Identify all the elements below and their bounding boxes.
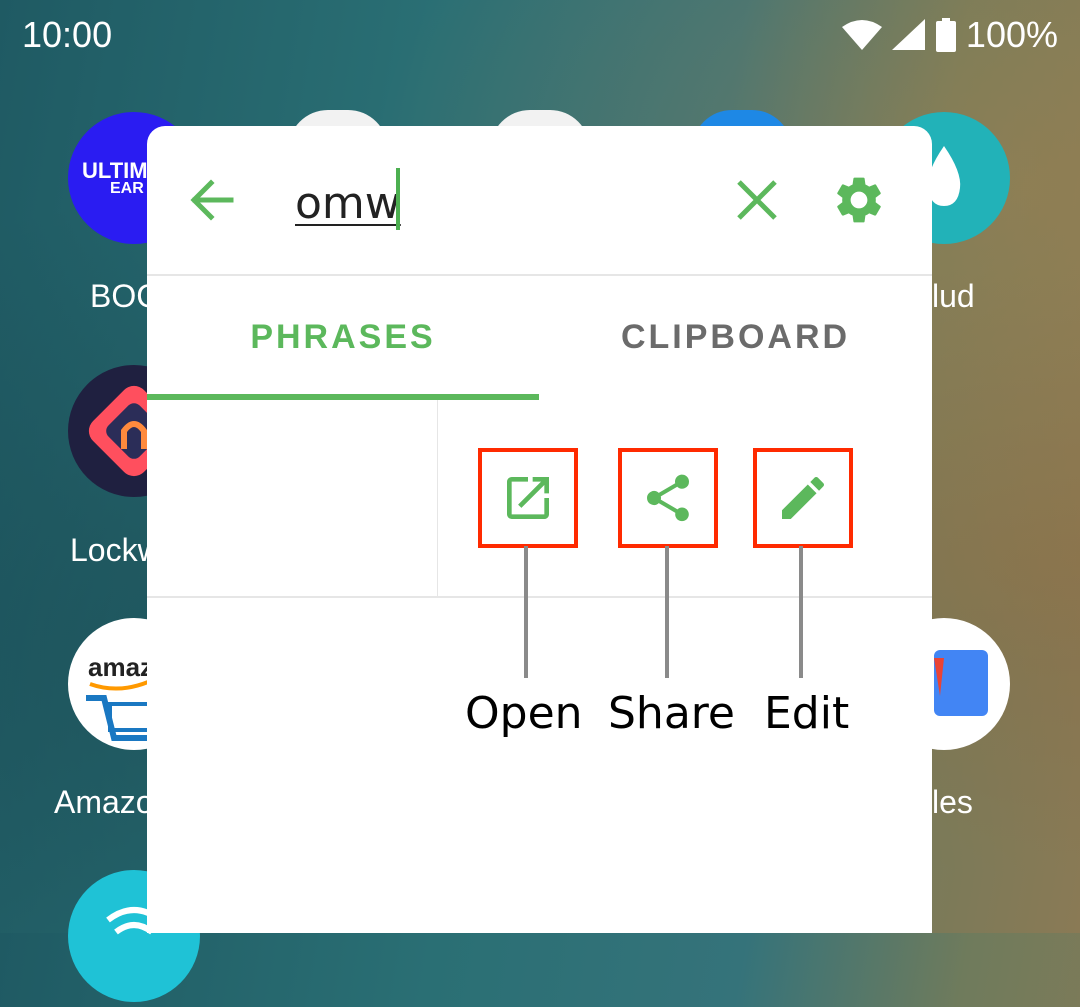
wifi-icon — [841, 19, 882, 51]
settings-button[interactable] — [831, 172, 887, 228]
close-icon — [737, 180, 777, 220]
open-in-new-icon — [507, 477, 549, 519]
back-button[interactable] — [185, 172, 241, 228]
search-input[interactable]: omw — [295, 178, 401, 234]
list-item[interactable] — [147, 400, 932, 598]
callout-label-share: Share — [608, 688, 735, 739]
edit-button[interactable] — [753, 448, 853, 548]
share-icon — [646, 474, 690, 522]
gear-icon — [837, 177, 881, 223]
status-icons: 100% — [841, 14, 1058, 56]
text-cursor — [396, 168, 400, 230]
app-label-lud: lud — [932, 278, 975, 314]
phrase-panel: omw PHRASES CLIPBOARD Open Share Edit — [147, 126, 932, 933]
callout-line-share — [665, 546, 669, 678]
tab-phrases[interactable]: PHRASES — [147, 274, 539, 400]
app-label-amazo: Amazo — [54, 784, 154, 820]
callout-label-open: Open — [465, 688, 583, 739]
battery-icon — [935, 18, 956, 52]
status-time: 10:00 — [22, 14, 113, 55]
pencil-icon — [782, 476, 825, 519]
callout-label-edit: Edit — [764, 688, 850, 739]
status-bar: 10:00 100% — [0, 0, 1080, 70]
tab-clipboard[interactable]: CLIPBOARD — [539, 274, 932, 400]
search-bar: omw — [147, 126, 932, 276]
arrow-left-icon — [190, 179, 234, 221]
signal-icon — [891, 19, 926, 51]
app-icon-subtext: EAR — [110, 180, 144, 197]
row-divider — [437, 400, 438, 596]
share-button[interactable] — [618, 448, 718, 548]
clear-button[interactable] — [731, 174, 783, 226]
open-button[interactable] — [478, 448, 578, 548]
callout-line-open — [524, 546, 528, 678]
battery-percent: 100% — [965, 14, 1058, 55]
tab-bar: PHRASES CLIPBOARD — [147, 274, 932, 400]
app-label-les: les — [932, 784, 973, 820]
callout-line-edit — [799, 546, 803, 678]
